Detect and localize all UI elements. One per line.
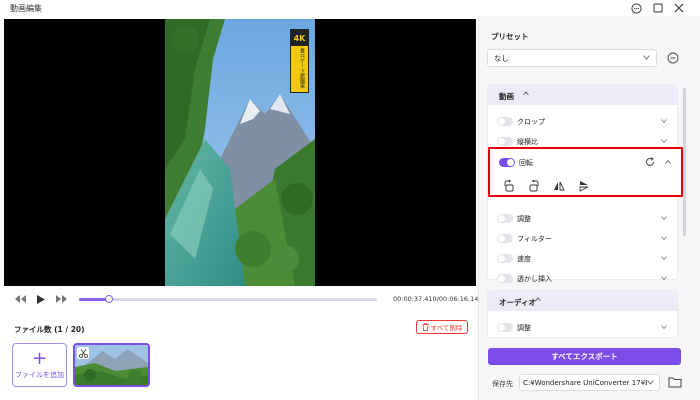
- plus-icon: +: [31, 347, 48, 369]
- chevron-up-icon[interactable]: [665, 160, 671, 164]
- chevron-down-icon: [661, 236, 667, 240]
- export-all-button[interactable]: すべてエクスポート: [488, 348, 681, 365]
- 4k-badge: 4K 夏ロゲーツ旅園東: [290, 29, 309, 93]
- add-file-label: ファイルを追加: [15, 370, 64, 379]
- add-file-button[interactable]: + ファイルを追加: [12, 343, 67, 387]
- audio-adjust-label: 調整: [517, 324, 531, 332]
- flip-horizontal-icon[interactable]: [550, 177, 568, 195]
- chevron-down-icon: [661, 139, 667, 143]
- more-icon[interactable]: [666, 51, 680, 65]
- crop-toggle[interactable]: [497, 117, 513, 126]
- delete-all-label: すべて削除: [430, 324, 463, 332]
- rewind-icon[interactable]: [14, 293, 26, 305]
- rotate-label: 回転: [519, 159, 533, 167]
- aspect-ratio-toggle[interactable]: [497, 137, 513, 146]
- preset-label: プリセット: [491, 32, 529, 41]
- rotate-toggle[interactable]: [499, 158, 515, 167]
- playback-controls: 00:00:37.410/00:06:16.140: [4, 289, 483, 309]
- chevron-down-icon: [661, 325, 667, 329]
- save-location-label: 保存先: [492, 380, 513, 388]
- watermark-row[interactable]: 透かし挿入: [488, 268, 677, 283]
- adjust-row[interactable]: 調整: [488, 208, 677, 228]
- delete-all-button[interactable]: すべて削除: [416, 320, 468, 334]
- crop-label: クロップ: [517, 118, 545, 126]
- close-icon[interactable]: [672, 1, 686, 15]
- fast-forward-icon[interactable]: [55, 293, 67, 305]
- chevron-down-icon: [643, 55, 650, 60]
- video-preview[interactable]: 4K 夏ロゲーツ旅園東: [4, 19, 476, 286]
- audio-panel-title: オーディオ: [499, 298, 536, 307]
- crop-row[interactable]: クロップ: [488, 111, 677, 131]
- speed-label: 速度: [517, 255, 531, 263]
- rotate-right-icon[interactable]: [525, 177, 543, 195]
- chevron-down-icon: [661, 276, 667, 280]
- save-location-path: C:¥Wondershare UniConverter 17¥E: [523, 378, 650, 387]
- chevron-down-icon: [661, 256, 667, 260]
- preset-value: なし: [494, 53, 509, 63]
- chevron-down-icon: [661, 119, 667, 123]
- play-icon[interactable]: [35, 293, 47, 305]
- settings-scrollbar[interactable]: [683, 88, 686, 236]
- filter-row[interactable]: フィルター: [488, 228, 677, 248]
- save-location-select[interactable]: C:¥Wondershare UniConverter 17¥E: [519, 374, 660, 391]
- aspect-ratio-label: 縦横比: [517, 138, 538, 146]
- chevron-down-icon: [647, 380, 654, 385]
- window-title: 動画編集: [10, 4, 42, 13]
- filter-toggle[interactable]: [497, 234, 513, 243]
- adjust-toggle[interactable]: [497, 214, 513, 223]
- badge-4k-label: 4K: [291, 30, 308, 46]
- audio-adjust-row[interactable]: 調整: [488, 317, 677, 337]
- speed-toggle[interactable]: [497, 254, 513, 263]
- folder-icon[interactable]: [668, 376, 682, 388]
- time-readout: 00:00:37.410/00:06:16.140: [393, 295, 483, 303]
- video-thumbnail[interactable]: [73, 343, 150, 387]
- maximize-icon[interactable]: [651, 1, 665, 15]
- rotate-section: 回転: [488, 147, 683, 197]
- rotate-left-icon[interactable]: [500, 177, 518, 195]
- rotate-row[interactable]: 回転: [490, 152, 681, 172]
- video-editor-window: 動画編集 4K 夏ロゲーツ旅園東 00:00:37.410/00:06:16.1…: [0, 0, 700, 400]
- trash-icon: [422, 323, 429, 331]
- filter-label: フィルター: [517, 235, 552, 243]
- chat-icon[interactable]: [629, 1, 643, 15]
- chevron-down-icon: [661, 216, 667, 220]
- chevron-up-icon: [535, 297, 541, 302]
- video-frame: 4K 夏ロゲーツ旅園東: [165, 19, 315, 286]
- video-panel-header[interactable]: 動画: [488, 85, 677, 105]
- scissors-icon[interactable]: [77, 347, 89, 359]
- watermark-label: 透かし挿入: [517, 275, 552, 283]
- audio-settings-panel: オーディオ 調整: [487, 290, 678, 338]
- adjust-label: 調整: [517, 215, 531, 223]
- seek-bar-handle[interactable]: [104, 295, 113, 303]
- badge-brand-text: 夏ロゲーツ旅園東: [299, 48, 305, 88]
- preset-select[interactable]: なし: [487, 49, 657, 67]
- watermark-toggle[interactable]: [497, 274, 513, 283]
- file-count: ファイル数 (1 / 20): [14, 325, 85, 334]
- audio-panel-header[interactable]: オーディオ: [488, 291, 677, 311]
- reset-icon[interactable]: [645, 157, 655, 167]
- chevron-up-icon: [523, 91, 529, 96]
- video-panel-title: 動画: [499, 92, 514, 101]
- flip-vertical-icon[interactable]: [575, 177, 593, 195]
- seek-bar[interactable]: [79, 295, 377, 303]
- speed-row[interactable]: 速度: [488, 248, 677, 268]
- audio-adjust-toggle[interactable]: [497, 323, 513, 332]
- title-bar: 動画編集: [0, 0, 700, 16]
